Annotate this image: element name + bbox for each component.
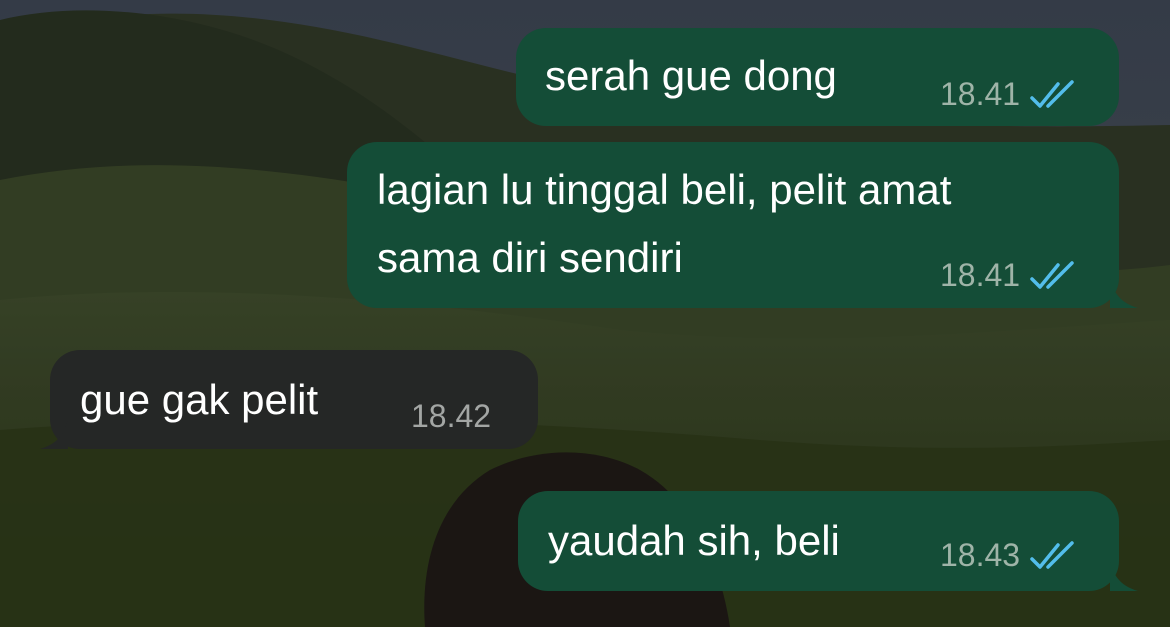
- double-check-icon: [1030, 80, 1074, 108]
- message-time: 18.42: [411, 398, 492, 434]
- incoming-message-bubble[interactable]: gue gak pelit 18.42: [50, 350, 538, 449]
- chat-thread: serah gue dong 18.41 lagian lu tinggal b…: [0, 0, 1170, 627]
- bubble-tail: [1110, 278, 1138, 308]
- message-text-line: lagian lu tinggal beli, pelit amat: [377, 166, 952, 213]
- outgoing-message-bubble[interactable]: lagian lu tinggal beli, pelit amat sama …: [347, 142, 1119, 308]
- message-text: gue gak pelit: [80, 376, 319, 423]
- message-time: 18.43: [940, 537, 1021, 573]
- double-check-icon: [1030, 541, 1074, 569]
- message-meta: 18.41: [940, 76, 1078, 112]
- bubble-tail: [40, 419, 68, 449]
- message-time: 18.41: [940, 257, 1021, 293]
- message-meta: 18.41: [940, 257, 1078, 293]
- outgoing-message-bubble[interactable]: serah gue dong 18.41: [516, 28, 1119, 126]
- message-text: yaudah sih, beli: [548, 517, 840, 564]
- message-text-line: sama diri sendiri: [377, 234, 683, 281]
- message-text: serah gue dong: [545, 52, 837, 99]
- message-meta: 18.42: [411, 398, 491, 434]
- bubble-tail: [1110, 561, 1138, 591]
- message-meta: 18.43: [940, 537, 1078, 573]
- double-check-icon: [1030, 261, 1074, 289]
- outgoing-message-bubble[interactable]: yaudah sih, beli 18.43: [518, 491, 1119, 591]
- message-time: 18.41: [940, 76, 1021, 112]
